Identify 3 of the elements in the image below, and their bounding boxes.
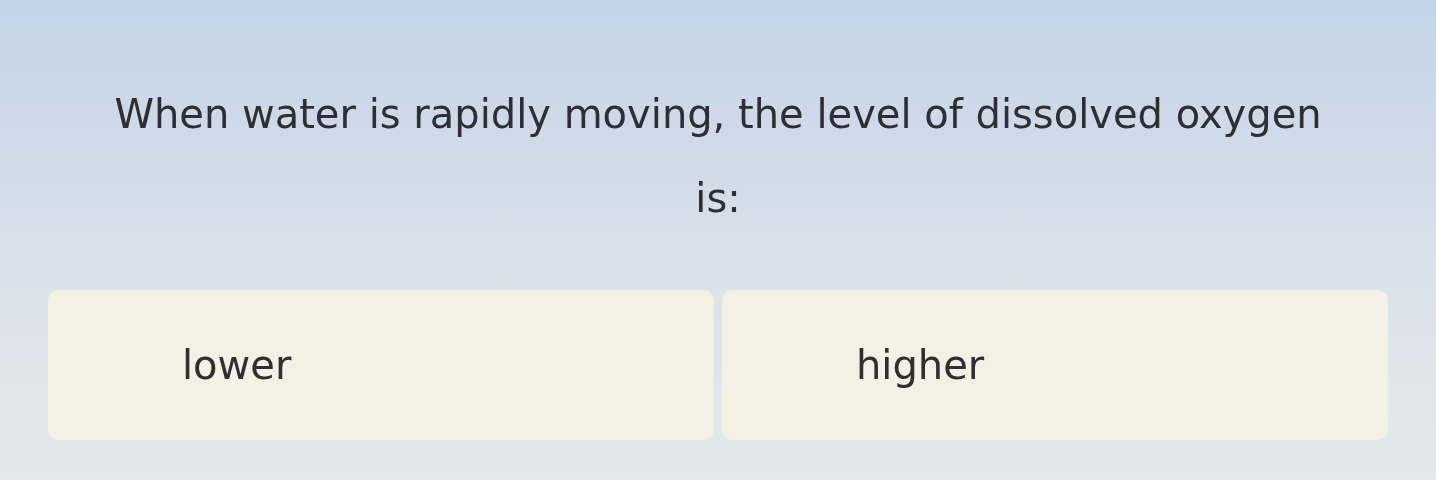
answer-option[interactable]: lower: [48, 290, 714, 440]
answer-option[interactable]: higher: [722, 290, 1388, 440]
question-text: When water is rapidly moving, the level of dissolved oxygen is:: [113, 90, 1323, 223]
